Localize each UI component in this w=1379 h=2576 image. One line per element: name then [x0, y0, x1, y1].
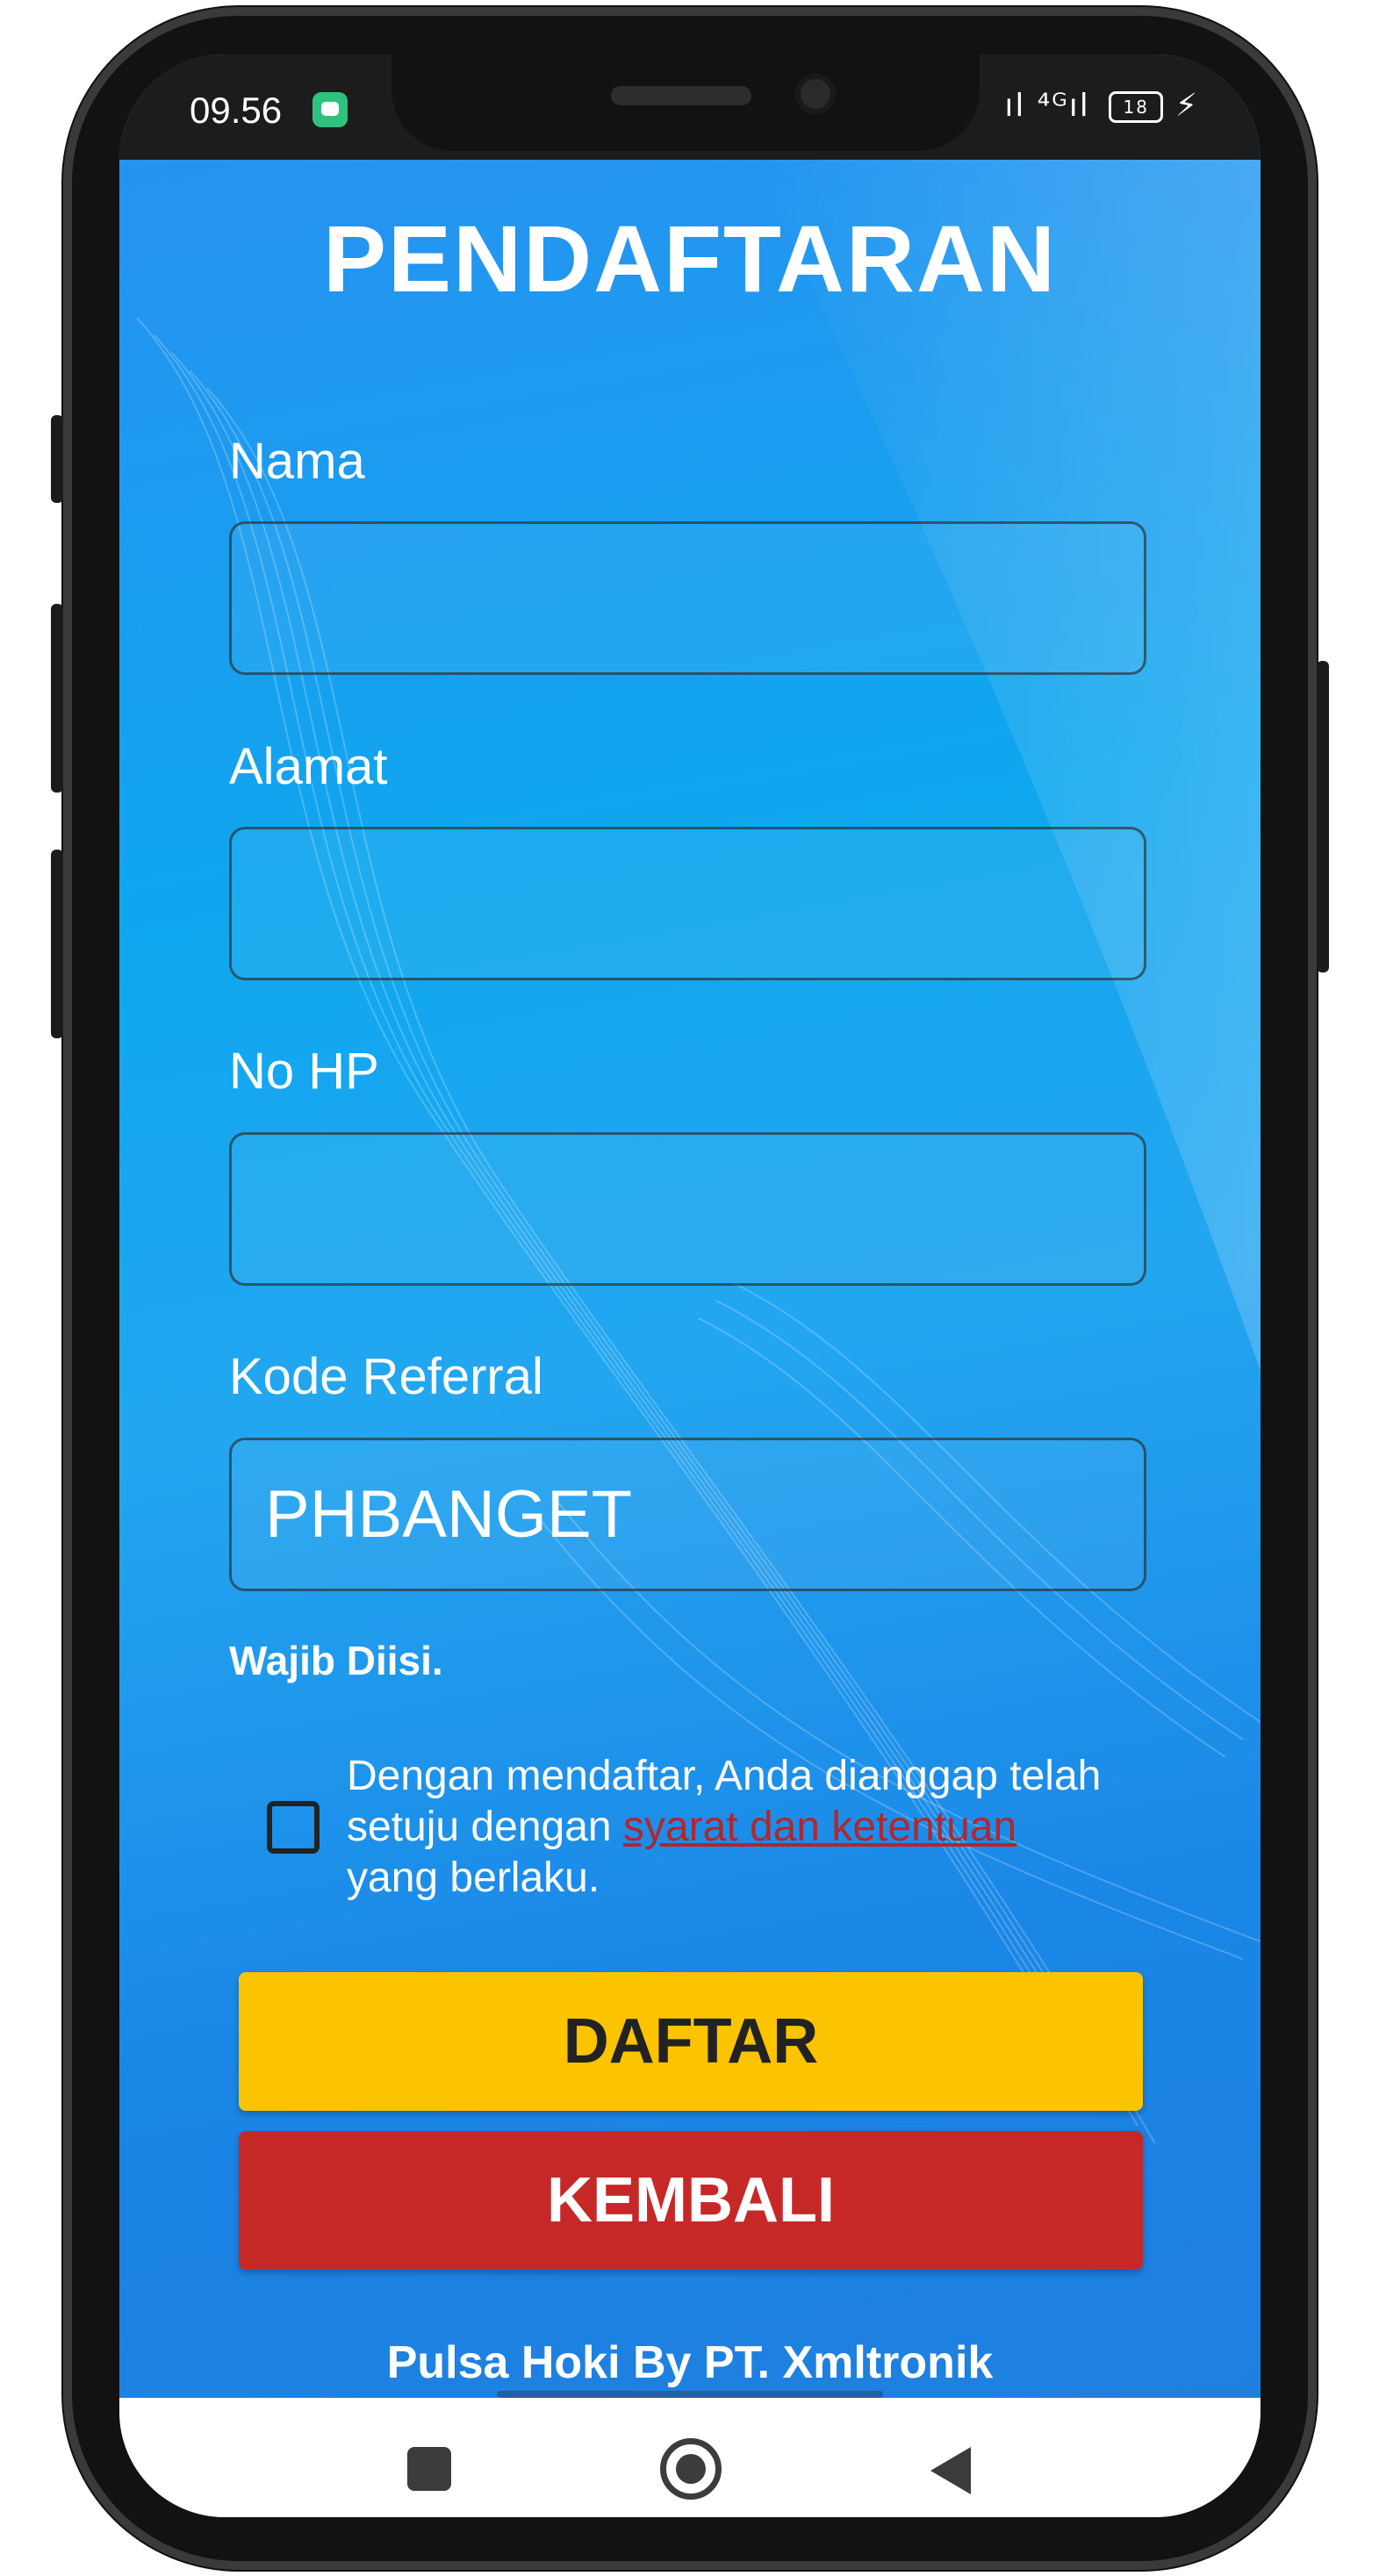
scroll-indicator: [497, 2391, 883, 2398]
kode-referral-label: Kode Referral: [229, 1348, 543, 1405]
page-title: PENDAFTARAN: [323, 205, 1057, 312]
terms-link[interactable]: syarat dan ketentuan: [623, 1804, 1016, 1850]
signal-icon: ıl ⁴ᴳıl: [1004, 88, 1090, 124]
alamat-label: Alamat: [229, 738, 388, 795]
daftar-button[interactable]: DAFTAR: [239, 1972, 1143, 2111]
kode-referral-input[interactable]: PHBANGET: [229, 1438, 1146, 1591]
status-icons: ıl ⁴ᴳıl 18 ⚡: [1004, 88, 1199, 124]
speaker-grille: [611, 86, 751, 105]
phone-volume-up-button: [51, 604, 63, 793]
back-triangle-icon[interactable]: [930, 2447, 971, 2494]
status-time: 09.56: [190, 90, 283, 131]
required-note: Wajib Diisi.: [229, 1638, 443, 1683]
alamat-input[interactable]: [229, 827, 1146, 980]
agreement-text: Dengan mendaftar, Anda dianggap telah se…: [347, 1751, 1119, 1904]
phone-volume-down-button: [51, 850, 63, 1038]
no-hp-label: No HP: [229, 1043, 379, 1100]
chat-notification-icon: [312, 92, 348, 127]
phone-power-button: [1317, 661, 1329, 972]
nama-label: Nama: [229, 433, 365, 490]
nama-input[interactable]: [229, 521, 1146, 675]
screen: 09.56 ıl ⁴ᴳıl 18 ⚡ PENDAFTARAN Nama Alam…: [119, 54, 1260, 2517]
agreement-text-after: yang berlaku.: [347, 1855, 600, 1901]
camera-notch: [391, 54, 980, 151]
front-camera: [795, 74, 836, 114]
battery-icon: 18: [1109, 91, 1164, 123]
recents-square-icon[interactable]: [407, 2447, 451, 2491]
footer-credit: Pulsa Hoki By PT. Xmltronik: [386, 2337, 994, 2388]
agreement-checkbox[interactable]: [267, 1801, 320, 1854]
charging-icon: ⚡: [1174, 88, 1199, 124]
no-hp-input[interactable]: [229, 1132, 1146, 1286]
system-nav-bar: [119, 2398, 1260, 2517]
kembali-button[interactable]: KEMBALI: [239, 2131, 1143, 2270]
status-bar: 09.56 ıl ⁴ᴳıl 18 ⚡: [119, 54, 1260, 160]
phone-side-button: [51, 415, 63, 503]
home-circle-icon[interactable]: [660, 2438, 722, 2500]
